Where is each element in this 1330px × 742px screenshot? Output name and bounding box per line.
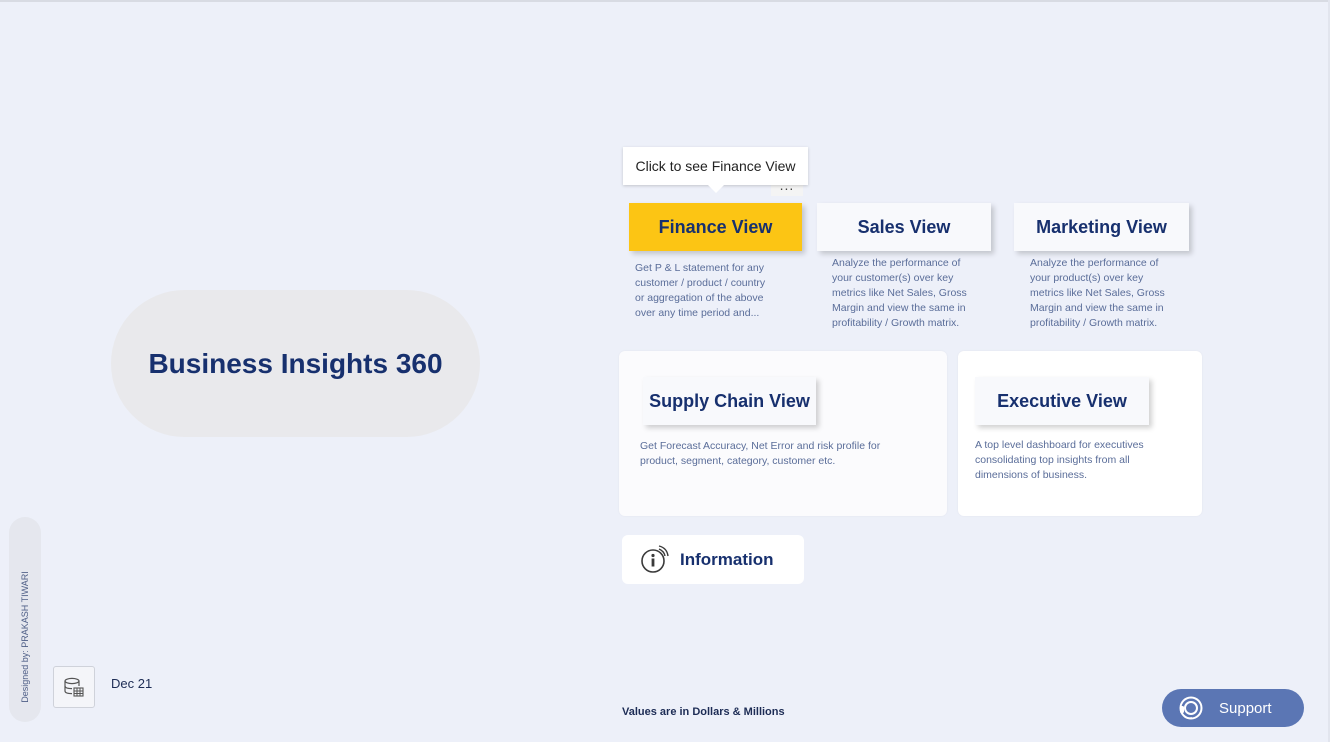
refresh-date-button[interactable]: [53, 666, 95, 708]
desc-line: your product(s) over key: [1030, 272, 1144, 284]
desc-line: Analyze the performance of: [832, 257, 961, 269]
desc-line: your customer(s) over key: [832, 272, 954, 284]
desc-line: metrics like Net Sales, Gross: [832, 287, 967, 299]
desc-line: customer / product / country: [635, 277, 766, 289]
marketing-view-label: Marketing View: [1036, 216, 1167, 237]
desc-line: consolidating top insights from all: [975, 454, 1130, 466]
desc-line: Get Forecast Accuracy, Net Error and ris…: [640, 440, 881, 452]
desc-line: over any time period and...: [635, 307, 760, 319]
sales-view-label: Sales View: [857, 216, 951, 237]
supply-chain-card: [619, 351, 947, 516]
desc-line: profitability / Growth matrix.: [832, 317, 960, 329]
desc-line: metrics like Net Sales, Gross: [1030, 287, 1165, 299]
finance-tooltip: Click to see Finance View: [623, 147, 808, 193]
designer-credit: Designed by: PRAKASH TIWARI: [20, 571, 30, 703]
hero-banner: Business Insights 360: [111, 290, 480, 437]
finance-view-description: Get P & L statement for any customer / p…: [635, 261, 765, 321]
headset-icon: [1179, 696, 1203, 720]
database-table-icon: [64, 677, 84, 697]
executive-view-button[interactable]: Executive View: [975, 377, 1149, 425]
sales-view-button[interactable]: Sales View: [817, 203, 991, 251]
supply-chain-view-label: Supply Chain View: [649, 390, 810, 411]
values-note: Values are in Dollars & Millions: [622, 706, 785, 718]
desc-line: Analyze the performance of: [1030, 257, 1159, 269]
supply-chain-view-button[interactable]: Supply Chain View: [643, 377, 816, 425]
sales-view-description: Analyze the performance of your customer…: [832, 256, 967, 331]
desc-line: product, segment, category, customer etc…: [640, 455, 836, 467]
desc-line: profitability / Growth matrix.: [1030, 317, 1158, 329]
finance-view-button[interactable]: Finance View: [629, 203, 802, 251]
desc-line: or aggregation of the above: [635, 292, 764, 304]
marketing-view-button[interactable]: Marketing View: [1014, 203, 1189, 251]
desc-line: Get P & L statement for any: [635, 262, 764, 274]
executive-view-description: A top level dashboard for executives con…: [975, 438, 1144, 483]
information-label: Information: [680, 549, 774, 569]
last-refresh-date: Dec 21: [111, 676, 153, 691]
marketing-view-description: Analyze the performance of your product(…: [1030, 256, 1165, 331]
info-touch-icon: [641, 544, 669, 573]
executive-view-label: Executive View: [997, 390, 1127, 411]
desc-line: Margin and view the same in: [832, 302, 966, 314]
information-button[interactable]: Information: [622, 535, 804, 584]
executive-card: [958, 351, 1202, 516]
supply-chain-view-description: Get Forecast Accuracy, Net Error and ris…: [640, 439, 880, 469]
support-label: Support: [1219, 699, 1272, 717]
desc-line: A top level dashboard for executives: [975, 439, 1144, 451]
desc-line: dimensions of business.: [975, 469, 1088, 481]
desc-line: Margin and view the same in: [1030, 302, 1164, 314]
support-button[interactable]: Support: [1162, 689, 1304, 727]
finance-view-label: Finance View: [658, 216, 773, 237]
page-title: Business Insights 360: [148, 347, 443, 379]
top-border: [0, 0, 1330, 2]
